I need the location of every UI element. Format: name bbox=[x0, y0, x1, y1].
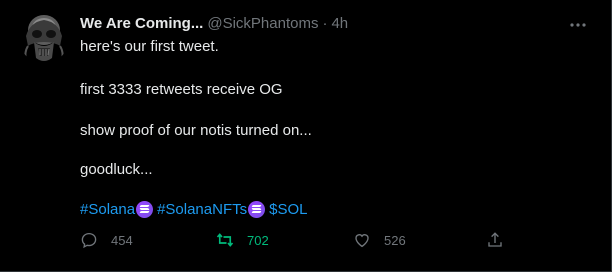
reply-button[interactable]: 454 bbox=[80, 228, 133, 252]
retweet-icon bbox=[216, 233, 234, 247]
solana-badge-icon bbox=[248, 200, 266, 218]
tweet-text-line-3: show proof of our notis turned on... bbox=[80, 122, 312, 139]
tweet-text-line-1: here's our first tweet. bbox=[80, 38, 219, 55]
tweet-card[interactable]: We Are Coming... @SickPhantoms · 4h here… bbox=[0, 0, 612, 272]
display-name[interactable]: We Are Coming... bbox=[80, 15, 203, 32]
separator-dot: · bbox=[322, 15, 328, 32]
hashtag-solana-nfts[interactable]: #SolanaNFTs bbox=[157, 201, 247, 218]
reply-icon bbox=[81, 232, 97, 249]
tweet-header: We Are Coming... @SickPhantoms · 4h bbox=[80, 15, 348, 35]
user-handle[interactable]: @SickPhantoms bbox=[207, 15, 318, 32]
hashtag-solana[interactable]: #Solana bbox=[80, 201, 135, 218]
more-icon[interactable] bbox=[566, 16, 590, 34]
retweet-count: 702 bbox=[247, 232, 269, 248]
retweet-button[interactable]: 702 bbox=[216, 228, 269, 252]
share-button[interactable] bbox=[486, 228, 504, 252]
like-count: 526 bbox=[384, 232, 406, 248]
cashtag-sol[interactable]: $SOL bbox=[269, 201, 307, 218]
hashtag-row: #Solana #SolanaNFTs $SOL bbox=[80, 199, 307, 219]
avatar[interactable] bbox=[20, 12, 68, 64]
solana-badge-icon bbox=[136, 200, 154, 218]
tweet-text-line-2: first 3333 retweets receive OG bbox=[80, 81, 283, 98]
tweet-text-line-4: goodluck... bbox=[80, 161, 153, 178]
phantom-avatar-image bbox=[20, 12, 68, 64]
reply-count: 454 bbox=[111, 232, 133, 248]
heart-icon bbox=[355, 234, 369, 248]
like-button[interactable]: 526 bbox=[353, 228, 406, 252]
timestamp[interactable]: 4h bbox=[331, 15, 348, 32]
share-icon bbox=[488, 232, 502, 247]
